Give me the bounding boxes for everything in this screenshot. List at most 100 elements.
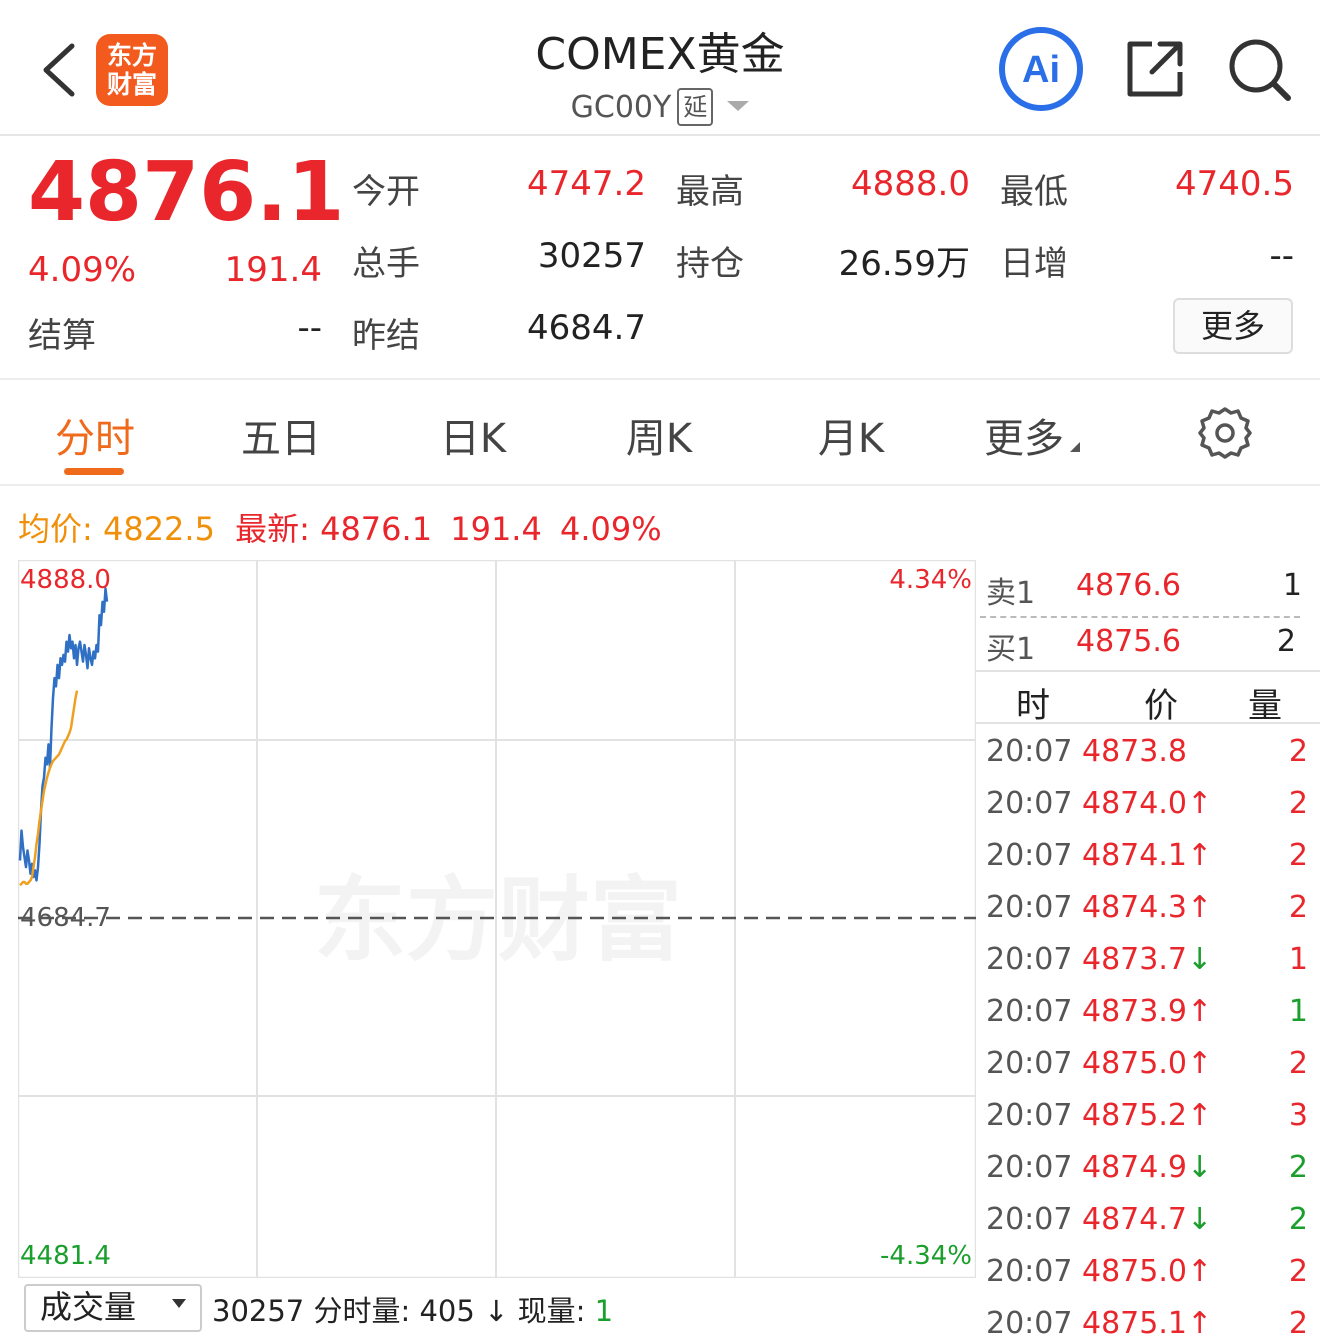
volume-total: 30257 [212, 1294, 305, 1328]
trade-qty: 2 [1288, 1046, 1308, 1081]
logo-line-1: 东方 [106, 41, 157, 70]
tab-more[interactable]: 更多 [984, 406, 1104, 464]
field-label-high: 最高 [676, 172, 744, 212]
field-label-daily-increase: 日增 [1000, 244, 1068, 284]
share-icon[interactable] [1122, 36, 1188, 102]
trade-row: 20:07 4875.0↑ 2 [976, 1044, 1320, 1096]
minute-volume-label: 分时量: [313, 1294, 411, 1328]
tab-monthly-k[interactable]: 月K [798, 406, 904, 464]
latest-price-value: 4876.1 [320, 510, 433, 548]
field-value-prev-settlement: 4684.7 [527, 308, 646, 348]
chart-watermark: 东方财富 [314, 867, 682, 974]
latest-price-label: 最新: [235, 510, 310, 548]
trade-price-value: 4874.3 [1082, 890, 1187, 925]
trade-price-value: 4875.1 [1082, 1306, 1187, 1338]
trade-qty: 2 [1288, 890, 1308, 925]
tab-daily-k[interactable]: 日K [420, 406, 526, 464]
trade-price-value: 4875.0 [1082, 1046, 1187, 1081]
intraday-chart[interactable]: 东方财富 4888.0 4684.7 4481.4 4.34% -4.34% [17, 559, 977, 1279]
tab-five-day[interactable]: 五日 [236, 406, 326, 464]
trade-time: 20:07 [986, 786, 1073, 821]
tab-weekly-k[interactable]: 周K [606, 406, 712, 464]
delay-badge: 延 [677, 88, 714, 126]
order-book-panel: 卖1 4876.6 1 买1 4875.6 2 时 价 量 20:07 4873.… [976, 560, 1320, 1338]
trade-time: 20:07 [986, 1202, 1073, 1237]
trade-direction-arrow: ↓ [1186, 1150, 1213, 1185]
field-value-daily-increase: -- [1269, 236, 1294, 276]
field-value-open: 4747.2 [527, 164, 646, 204]
minute-volume-arrow: ↓ [484, 1294, 509, 1328]
settings-gear-icon[interactable] [1198, 406, 1252, 460]
tab-intraday[interactable]: 分时 [50, 406, 140, 464]
trade-price-value: 4873.8 [1082, 734, 1187, 769]
volume-summary: 30257 分时量: 405 ↓ 现量: 1 [212, 1288, 613, 1330]
ask-qty: 1 [1282, 568, 1302, 603]
trade-qty: 2 [1288, 1202, 1308, 1237]
trade-price-value: 4874.7 [1082, 1202, 1187, 1237]
latest-change-value: 191.4 [450, 510, 542, 548]
intraday-chart-svg: 东方财富 4888.0 4684.7 4481.4 4.34% -4.34% [17, 559, 977, 1279]
field-label-low: 最低 [1000, 172, 1068, 212]
trade-price-value: 4874.1 [1082, 838, 1187, 873]
search-icon[interactable] [1226, 36, 1292, 102]
symbol-code: GC00Y [570, 90, 672, 125]
trades-header-qty: 量 [1248, 686, 1282, 726]
trade-direction-arrow: ↑ [1186, 1098, 1213, 1133]
bid-label: 买1 [986, 632, 1036, 667]
trade-direction-arrow: ↑ [1186, 890, 1213, 925]
ai-button[interactable]: Ai [998, 26, 1084, 112]
field-label-open: 今开 [352, 172, 420, 212]
trade-qty: 2 [1288, 786, 1308, 821]
field-label-prev-settlement: 昨结 [352, 316, 420, 356]
current-volume-label: 现量: [517, 1294, 586, 1328]
tab-more-label: 更多 [984, 416, 1064, 462]
trade-price-value: 4874.9 [1082, 1150, 1187, 1185]
bid-qty: 2 [1276, 624, 1296, 659]
trade-price-value: 4873.9 [1082, 994, 1187, 1029]
avg-price-value: 4822.5 [102, 510, 215, 548]
trade-price: 4875.0↑ [1082, 1252, 1212, 1292]
pct-axis-high-label: 4.34% [889, 565, 972, 595]
trade-row: 20:07 4874.1↑ 2 [976, 836, 1320, 888]
ai-label: Ai [1022, 49, 1060, 91]
trade-row: 20:07 4873.7↓ 1 [976, 940, 1320, 992]
change-value: 191.4 [224, 250, 322, 290]
price-line-series [18, 587, 109, 882]
indicator-select-label: 成交量 [40, 1288, 137, 1326]
trade-time: 20:07 [986, 1254, 1073, 1289]
trade-price-value: 4875.2 [1082, 1098, 1187, 1133]
trade-direction-arrow: ↑ [1186, 786, 1213, 821]
trade-price: 4873.8 [1082, 732, 1187, 772]
trade-price: 4874.7↓ [1082, 1200, 1212, 1240]
trade-direction-arrow: ↑ [1186, 994, 1213, 1029]
trade-row: 20:07 4874.3↑ 2 [976, 888, 1320, 940]
trade-row: 20:07 4874.7↓ 2 [976, 1200, 1320, 1252]
dropdown-caret-icon[interactable] [172, 1299, 186, 1308]
dropdown-caret-icon[interactable] [727, 101, 750, 111]
trade-price: 4874.1↑ [1082, 836, 1212, 876]
trade-row: 20:07 4875.2↑ 3 [976, 1096, 1320, 1148]
trade-price: 4874.0↑ [1082, 784, 1212, 824]
more-fields-button[interactable]: 更多 [1173, 298, 1293, 354]
trade-time: 20:07 [986, 1306, 1073, 1338]
chart-period-tabs: 分时 五日 日K 周K 月K 更多 [0, 382, 1320, 486]
trade-time: 20:07 [986, 838, 1073, 873]
trade-row: 20:07 4873.9↑ 1 [976, 992, 1320, 1044]
trade-price: 4874.3↑ [1082, 888, 1212, 928]
trade-direction-arrow: ↑ [1186, 1254, 1213, 1289]
trade-qty: 2 [1288, 734, 1308, 769]
y-axis-high-label: 4888.0 [20, 565, 111, 595]
avg-price-label: 均价: [18, 510, 93, 548]
indicator-select[interactable]: 成交量 [24, 1284, 202, 1332]
trades-header-time: 时 [1016, 686, 1050, 726]
trade-time: 20:07 [986, 1046, 1073, 1081]
trade-price: 4873.9↑ [1082, 992, 1212, 1032]
trade-time: 20:07 [986, 734, 1073, 769]
trade-time: 20:07 [986, 994, 1073, 1029]
trade-row: 20:07 4874.0↑ 2 [976, 784, 1320, 836]
dropdown-caret-icon [1070, 442, 1080, 452]
field-value-open-interest: 26.59万 [838, 244, 970, 284]
current-volume-value: 1 [594, 1294, 614, 1328]
trades-header-price: 价 [1144, 686, 1178, 726]
ask-price: 4876.6 [1076, 568, 1181, 603]
